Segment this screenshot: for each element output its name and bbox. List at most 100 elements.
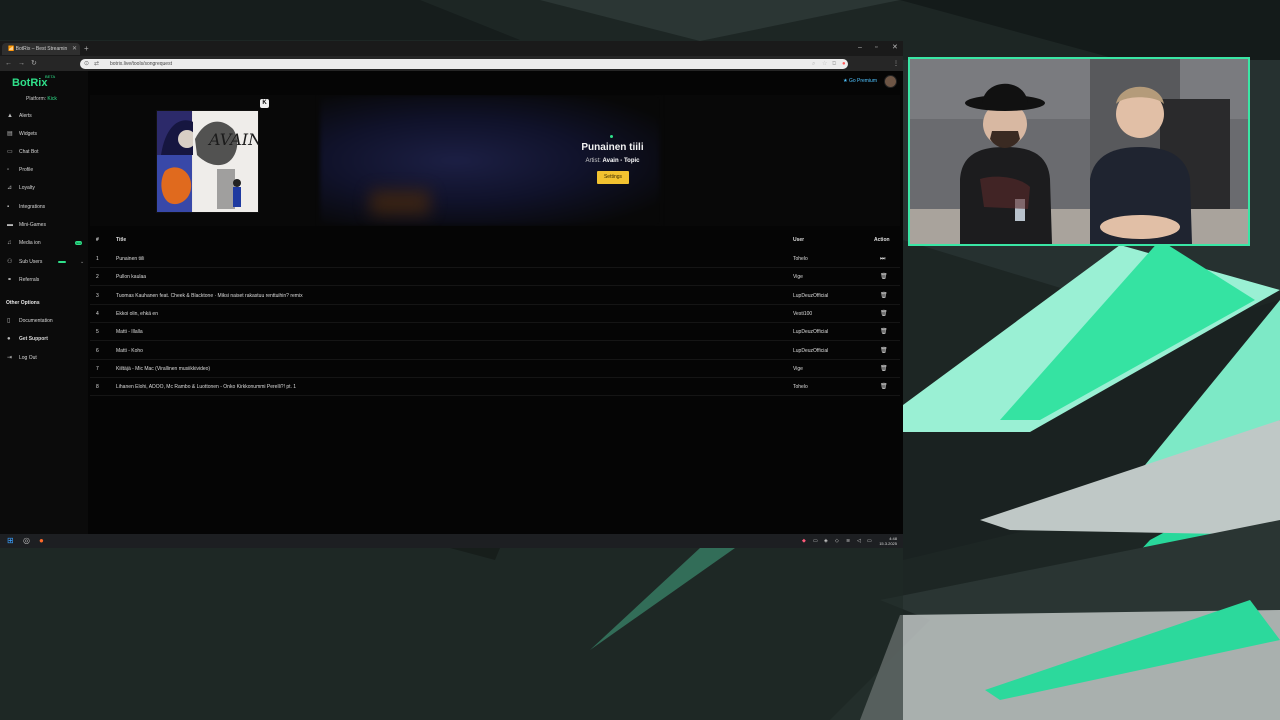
url-field[interactable]: ⊙ ⇄ botrix.live/tools/songrequest — [80, 59, 848, 69]
table-row: 5 Matti - Illalla LupDeuzOfficial 🗑 — [90, 323, 900, 341]
tray-icon[interactable]: ▭ — [813, 537, 818, 545]
chrome-taskbar-icon[interactable]: ◎ — [23, 536, 30, 546]
row-number: 4 — [96, 311, 99, 317]
back-icon[interactable]: ← — [5, 58, 12, 69]
wifi-icon[interactable]: ≋ — [846, 537, 850, 545]
clock-date: 15.3.2025 — [879, 541, 897, 546]
row-title: Tuomas Kauhanen feat. Cheek & Blacktone … — [116, 293, 303, 299]
column-header-user: User — [793, 237, 805, 243]
windows-start-icon[interactable]: ⊞ — [7, 536, 14, 546]
sidebar-item-chat-bot[interactable]: ▭ Chat Bot — [0, 145, 88, 159]
row-number: 2 — [96, 274, 99, 280]
row-title: Pullon kaulaa — [116, 274, 147, 280]
other-options-heading: Other Options — [6, 300, 40, 306]
sidebar-item-mini-games[interactable]: ▬ Mini-Games — [0, 218, 88, 232]
table-row: 7 Kiiltäjä - Mic Mac (Virallinen musiikk… — [90, 360, 900, 378]
sidebar-item-sub-users[interactable]: ⚇ Sub Users ⌄ — [0, 255, 88, 269]
artist-label: Artist: — [585, 158, 601, 164]
tray-icon[interactable]: ◆ — [802, 537, 806, 545]
sidebar-item-profile[interactable]: ▫ Profile — [0, 163, 88, 177]
reload-icon[interactable]: ↻ — [31, 58, 37, 69]
menu-icon[interactable]: ⋮ — [893, 59, 899, 69]
platform-indicator[interactable]: Platform: Kick — [26, 96, 57, 102]
table-row: 6 Matti - Koho LupDeuzOfficial 🗑 — [90, 342, 900, 360]
translate-icon[interactable]: ⇄ — [94, 59, 99, 69]
sidebar-item-documentation[interactable]: ▯ Documentation — [0, 314, 88, 328]
forward-icon[interactable]: → — [18, 58, 25, 69]
taskbar-clock[interactable]: 4:48 15.3.2025 — [879, 536, 897, 546]
hero-backdrop-glow — [370, 190, 430, 215]
logout-icon: ⇥ — [7, 355, 13, 361]
sidebar-item-label: Widgets — [19, 131, 38, 137]
table-row: 3 Tuomas Kauhanen feat. Cheek & Blackton… — [90, 287, 900, 305]
volume-icon[interactable]: ◁ — [857, 537, 861, 545]
delete-icon[interactable]: 🗑 — [880, 268, 888, 286]
playing-indicator — [610, 135, 613, 138]
sidebar-item-get-support[interactable]: ● Get Support — [0, 332, 88, 346]
row-title: Lihanen Elohi, ADOO, Mc Rambo & Luottone… — [116, 384, 297, 390]
sidebar-item-alerts[interactable]: ▲ Alerts — [0, 109, 88, 123]
go-premium-link[interactable]: ★ Go Premium — [843, 78, 877, 84]
row-title: Matti - Koho — [116, 348, 143, 354]
sidebar-item-widgets[interactable]: ▤ Widgets — [0, 127, 88, 141]
sidebar-item-label: Mini-Games — [19, 222, 46, 228]
beta-badge: BETA — [45, 74, 56, 79]
profile-icon[interactable]: ● — [842, 59, 846, 69]
column-header-title: Title — [116, 237, 127, 243]
artist-value: Avain - Topic — [602, 158, 640, 164]
chat-icon: ▭ — [7, 149, 13, 155]
zoom-icon[interactable]: ⌕ — [812, 59, 815, 69]
row-user: LupDeuzOfficial — [793, 329, 829, 335]
avatar[interactable] — [884, 75, 897, 88]
row-number: 5 — [96, 329, 99, 335]
skip-icon[interactable]: ⏭ — [880, 250, 885, 268]
column-header-action: Action — [874, 237, 890, 243]
webcam-feed — [908, 57, 1250, 246]
sidebar-item-label: Documentation — [19, 318, 53, 324]
row-title: Punainen tiili — [116, 256, 145, 262]
bookmark-icon[interactable]: ☆ — [822, 59, 827, 69]
close-tab-icon[interactable]: ✕ — [72, 43, 77, 55]
delete-icon[interactable]: 🗑 — [880, 305, 888, 323]
delete-icon[interactable]: 🗑 — [880, 287, 888, 305]
sidebar-item-referrals[interactable]: ⚭ Referrals — [0, 273, 88, 287]
album-art: AVAIN — [157, 111, 258, 212]
music-note-icon: ♫ — [7, 240, 12, 246]
app-taskbar-icon[interactable]: ● — [39, 536, 44, 546]
sidebar-item-label: Referrals — [19, 277, 40, 283]
row-user: LupDeuzOfficial — [793, 293, 829, 299]
extensions-icon[interactable]: ⧉ — [832, 59, 836, 69]
sidebar-item-log-out[interactable]: ⇥ Log Out — [0, 351, 88, 365]
song-title: Punainen tiili — [581, 142, 644, 153]
row-title: Matti - Illalla — [116, 329, 143, 335]
integrations-icon: ▪ — [7, 204, 10, 210]
settings-button[interactable]: Settings — [597, 171, 629, 184]
sidebar-item-integrations[interactable]: ▪ Integrations — [0, 200, 88, 214]
tray-icon[interactable]: ◈ — [824, 537, 828, 545]
tray-icon[interactable]: ◇ — [835, 537, 839, 545]
gamepad-icon: ▬ — [7, 222, 13, 228]
delete-icon[interactable]: 🗑 — [880, 378, 888, 396]
delete-icon[interactable]: 🗑 — [880, 323, 888, 341]
sidebar: BotRix BETA Platform: Kick ▲ Alerts ▤ Wi… — [0, 71, 88, 534]
delete-icon[interactable]: 🗑 — [880, 360, 888, 378]
minimize-icon[interactable]: ‒ — [858, 43, 862, 53]
brand-logo[interactable]: BotRix — [12, 77, 47, 89]
row-title: Kiiltäjä - Mic Mac (Virallinen musiikkiv… — [116, 366, 211, 372]
row-number: 7 — [96, 366, 99, 372]
site-info-icon[interactable]: ⊙ — [84, 59, 89, 69]
sidebar-item-label: Get Support — [19, 336, 48, 342]
platform-value: Kick — [47, 96, 57, 102]
battery-icon[interactable]: ▭ — [867, 537, 872, 545]
sidebar-item-loyalty[interactable]: ⊿ Loyalty — [0, 181, 88, 195]
table-row: 1 Punainen tiili Tohelo ⏭ — [90, 250, 900, 268]
album-cover: AVAIN — [156, 110, 259, 213]
browser-tab-active[interactable]: 📶 BotRix – Best Streamin ✕ — [2, 43, 80, 55]
row-user: Tohelo — [793, 256, 808, 262]
new-tab-icon[interactable]: + — [84, 43, 89, 55]
sidebar-item-media[interactable]: ♫ Media ion new — [0, 236, 88, 250]
delete-icon[interactable]: 🗑 — [880, 342, 888, 360]
users-icon: ⚇ — [7, 259, 13, 265]
maximize-icon[interactable]: ▫ — [875, 43, 877, 53]
close-window-icon[interactable]: ✕ — [892, 43, 898, 53]
